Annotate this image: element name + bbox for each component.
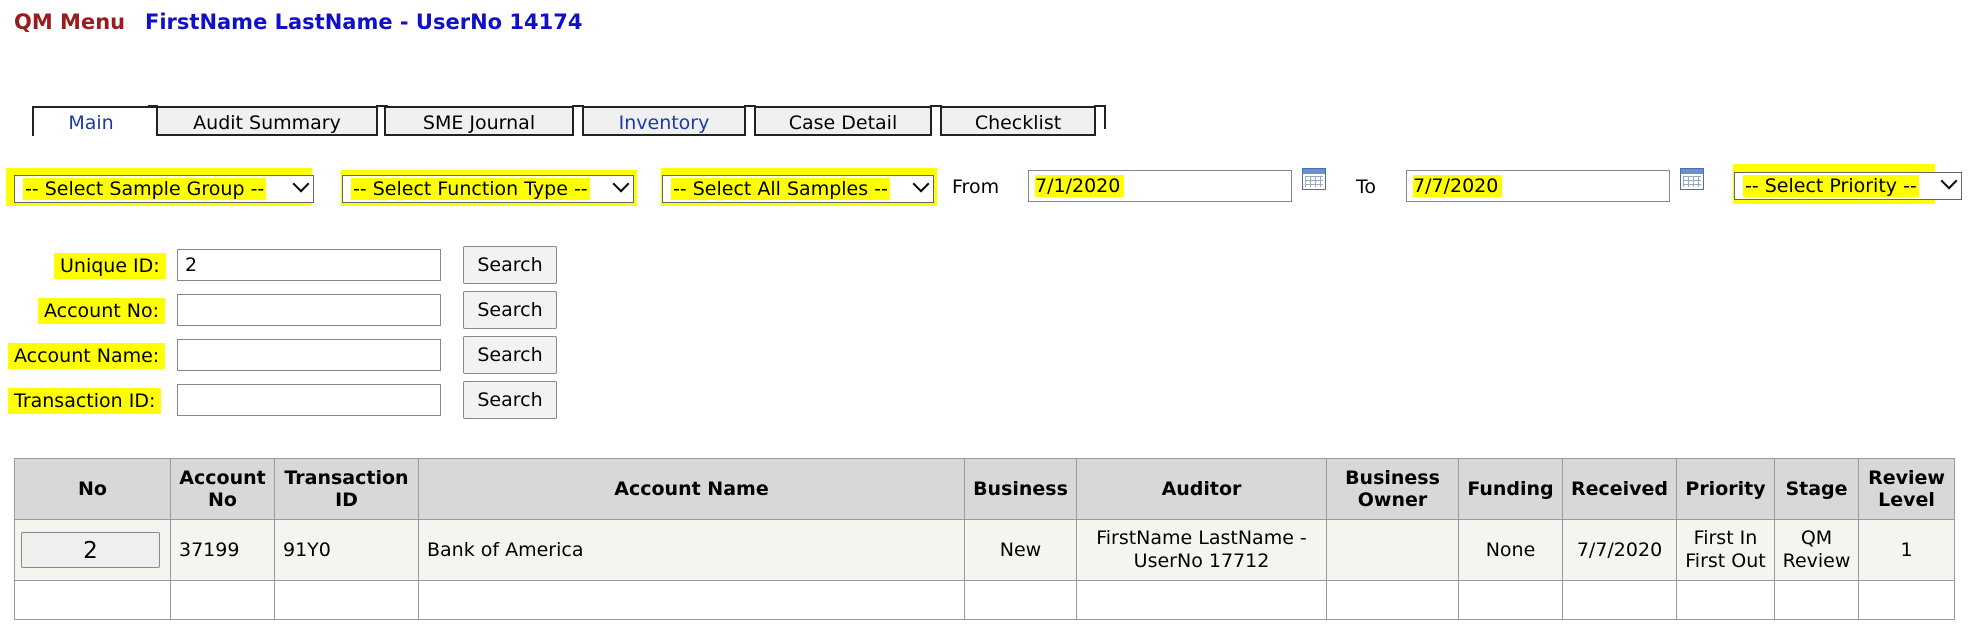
tab-audit-summary[interactable]: Audit Summary — [148, 105, 388, 136]
tab-inventory-label: Inventory — [618, 112, 710, 134]
all-samples-value: -- Select All Samples -- — [671, 178, 890, 200]
cell-business-owner — [1326, 519, 1459, 581]
chevron-down-icon — [1940, 172, 1958, 190]
col-header-account-name[interactable]: Account Name — [418, 458, 965, 520]
to-date-value: 7/7/2020 — [1413, 175, 1503, 197]
function-type-select[interactable]: -- Select Function Type -- — [342, 175, 634, 203]
cell-received: 7/7/2020 — [1562, 519, 1677, 581]
col-header-business-owner-text: Business Owner — [1345, 467, 1440, 511]
sample-group-value: -- Select Sample Group -- — [23, 178, 267, 200]
cell-review-level: 1 — [1858, 519, 1955, 581]
col-header-priority[interactable]: Priority — [1676, 458, 1775, 520]
account-no-input[interactable] — [177, 294, 441, 326]
cell-auditor: FirstName LastName - UserNo 17712 — [1076, 519, 1327, 581]
calendar-icon[interactable] — [1680, 168, 1704, 190]
priority-select[interactable]: -- Select Priority -- — [1734, 172, 1962, 200]
tab-main[interactable]: Main — [32, 106, 162, 136]
tab-checklist-label: Checklist — [974, 112, 1062, 134]
transaction-id-input[interactable] — [177, 384, 441, 416]
cell-funding: None — [1458, 519, 1563, 581]
from-date-input[interactable]: 7/1/2020 — [1028, 170, 1292, 202]
tab-audit-summary-label: Audit Summary — [193, 112, 341, 134]
chevron-down-icon — [292, 175, 310, 193]
from-label: From — [952, 176, 1000, 198]
col-header-transaction-id[interactable]: Transaction ID — [274, 458, 419, 520]
col-header-transaction-id-text: Transaction ID — [284, 467, 409, 511]
cell-stage-text: QM Review — [1782, 527, 1851, 572]
cell-account-name: Bank of America — [418, 519, 965, 581]
cell-transaction-id: 91Y0 — [274, 519, 419, 581]
account-name-label: Account Name: — [8, 343, 166, 369]
from-date-value: 7/1/2020 — [1035, 175, 1125, 197]
cell-stage: QM Review — [1774, 519, 1859, 581]
function-type-value: -- Select Function Type -- — [351, 178, 590, 200]
table-header-row: No Account No Transaction ID Account Nam… — [14, 458, 1955, 520]
col-header-funding[interactable]: Funding — [1458, 458, 1563, 520]
to-date-input[interactable]: 7/7/2020 — [1406, 170, 1670, 202]
col-header-review-level-text: Review Level — [1868, 467, 1945, 511]
account-name-input[interactable] — [177, 339, 441, 371]
tab-sme-journal[interactable]: SME Journal — [376, 105, 584, 136]
tab-main-label: Main — [68, 112, 114, 134]
calendar-icon[interactable] — [1302, 168, 1326, 190]
account-name-search-button[interactable]: Search — [463, 336, 557, 374]
account-no-label: Account No: — [38, 298, 165, 324]
all-samples-select[interactable]: -- Select All Samples -- — [662, 175, 934, 203]
transaction-id-label: Transaction ID: — [8, 388, 162, 414]
transaction-id-search-button[interactable]: Search — [463, 381, 557, 419]
tab-case-detail-label: Case Detail — [788, 112, 898, 134]
col-header-account-no[interactable]: Account No — [170, 458, 275, 520]
chevron-down-icon — [912, 175, 930, 193]
cell-priority: First In First Out — [1676, 519, 1775, 581]
unique-id-label: Unique ID: — [54, 253, 166, 279]
app-title: QM Menu — [14, 10, 126, 34]
priority-value: -- Select Priority -- — [1743, 175, 1919, 197]
col-header-review-level[interactable]: Review Level — [1858, 458, 1955, 520]
col-header-business[interactable]: Business — [964, 458, 1077, 520]
unique-id-input[interactable]: 2 — [177, 249, 441, 281]
results-table: No Account No Transaction ID Account Nam… — [14, 458, 1955, 620]
tab-sme-journal-label: SME Journal — [422, 112, 536, 134]
table-row[interactable]: 2 37199 91Y0 Bank of America New FirstNa… — [14, 519, 1955, 581]
row-number-button[interactable]: 2 — [21, 532, 160, 568]
unique-id-search-button[interactable]: Search — [463, 246, 557, 284]
tab-inventory[interactable]: Inventory — [574, 105, 756, 136]
col-header-received[interactable]: Received — [1562, 458, 1677, 520]
tab-case-detail[interactable]: Case Detail — [746, 105, 942, 136]
cell-account-no: 37199 — [170, 519, 275, 581]
account-no-search-button[interactable]: Search — [463, 291, 557, 329]
cell-no: 2 — [14, 519, 171, 581]
to-label: To — [1356, 176, 1377, 198]
col-header-no[interactable]: No — [14, 458, 171, 520]
chevron-down-icon — [612, 175, 630, 193]
tab-checklist[interactable]: Checklist — [932, 105, 1106, 136]
cell-business: New — [964, 519, 1077, 581]
user-name: FirstName LastName - UserNo 14174 — [145, 10, 583, 34]
cell-auditor-text: FirstName LastName - UserNo 17712 — [1096, 527, 1307, 572]
col-header-stage[interactable]: Stage — [1774, 458, 1859, 520]
col-header-account-no-text: Account No — [179, 467, 266, 511]
col-header-business-owner[interactable]: Business Owner — [1326, 458, 1459, 520]
col-header-auditor[interactable]: Auditor — [1076, 458, 1327, 520]
sample-group-select[interactable]: -- Select Sample Group -- — [14, 175, 314, 203]
table-row — [14, 580, 1955, 620]
cell-priority-text: First In First Out — [1685, 527, 1766, 572]
